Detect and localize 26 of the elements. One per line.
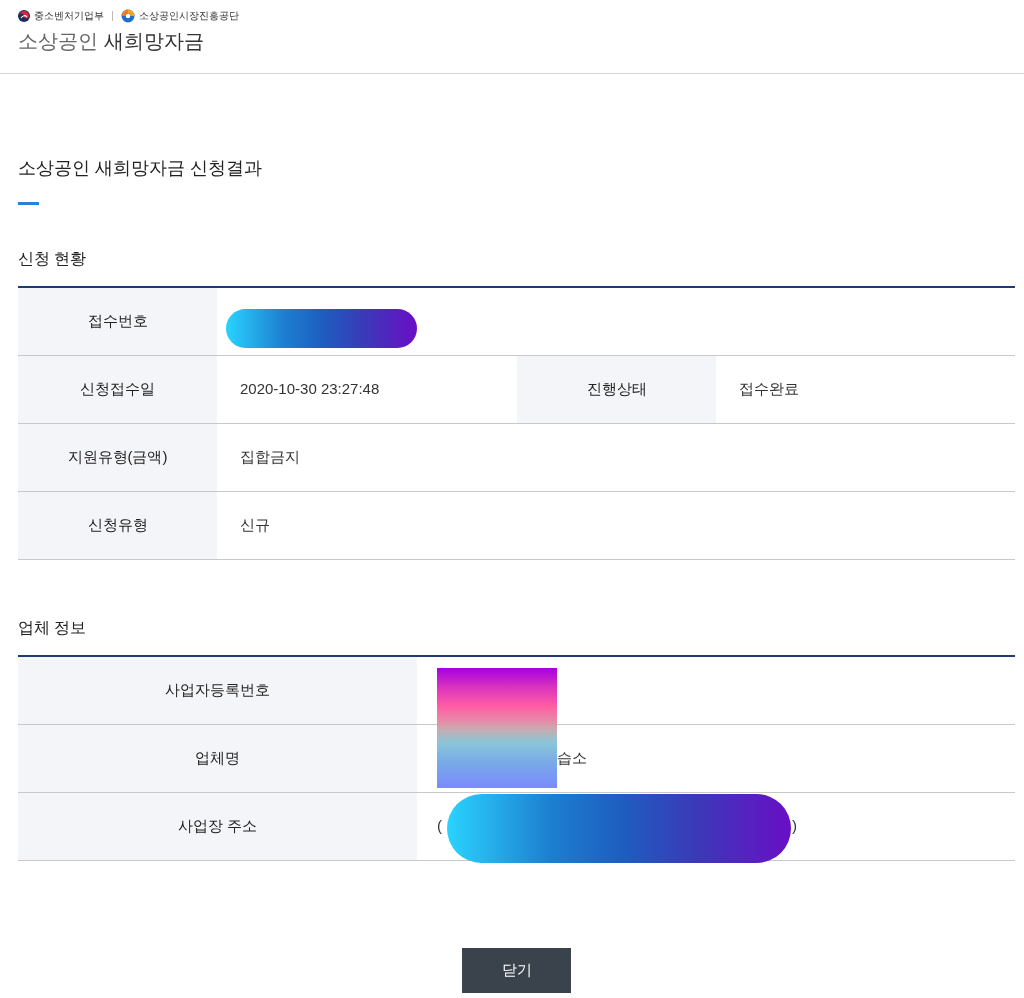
field-value: 신규	[240, 515, 270, 536]
field-label: 지원유형(금액)	[18, 424, 217, 491]
logo-text: 소상공인시장진흥공단	[139, 11, 239, 21]
field-value: (	[437, 816, 442, 837]
field-value: 2020-10-30 23:27:48	[240, 379, 380, 400]
field-label: 사업장 주소	[18, 793, 417, 860]
close-button[interactable]: 닫기	[462, 948, 571, 993]
section-heading: 신청 현황	[18, 249, 88, 269]
logo-text: 중소벤처기업부	[34, 11, 104, 21]
field-value: 집합금지	[240, 447, 300, 468]
title-accent-bar	[18, 202, 39, 205]
field-label: 신청유형	[18, 492, 217, 559]
field-label: 업체명	[18, 725, 417, 792]
field-label: 진행상태	[517, 356, 716, 423]
site-title: 새희망자금	[104, 29, 204, 54]
ring-logo-icon	[121, 9, 135, 23]
section-heading: 업체 정보	[18, 618, 88, 638]
field-label: 신청접수일	[18, 356, 217, 423]
field-value: 접수완료	[739, 379, 799, 400]
site-title-prefix: 소상공인	[18, 29, 98, 54]
field-value: )	[792, 816, 797, 837]
field-label: 접수번호	[18, 288, 217, 355]
circle-emblem-icon	[18, 10, 30, 22]
field-value: 습소	[557, 748, 587, 769]
page-title: 소상공인 새희망자금 신청결과	[18, 156, 262, 180]
field-label: 사업자등록번호	[18, 657, 417, 724]
